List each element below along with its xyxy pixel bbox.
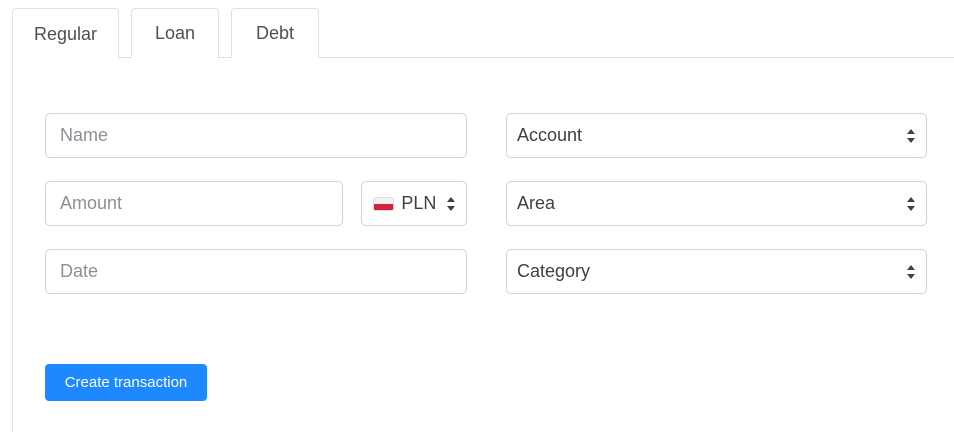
transaction-form-page: Regular Loan Debt PLN Account Area: [0, 0, 954, 432]
tab-debt-label: Debt: [255, 23, 295, 43]
tab-regular-label: Regular: [33, 23, 98, 44]
active-tab-joiner: [13, 56, 118, 59]
tab-content-panel: [12, 57, 954, 432]
tab-loan[interactable]: Loan: [131, 8, 219, 58]
tab-loan-label: Loan: [154, 23, 196, 43]
tab-regular[interactable]: Regular: [12, 8, 119, 59]
tab-debt[interactable]: Debt: [231, 8, 319, 58]
transaction-type-tabs: Regular Loan Debt: [12, 8, 331, 59]
